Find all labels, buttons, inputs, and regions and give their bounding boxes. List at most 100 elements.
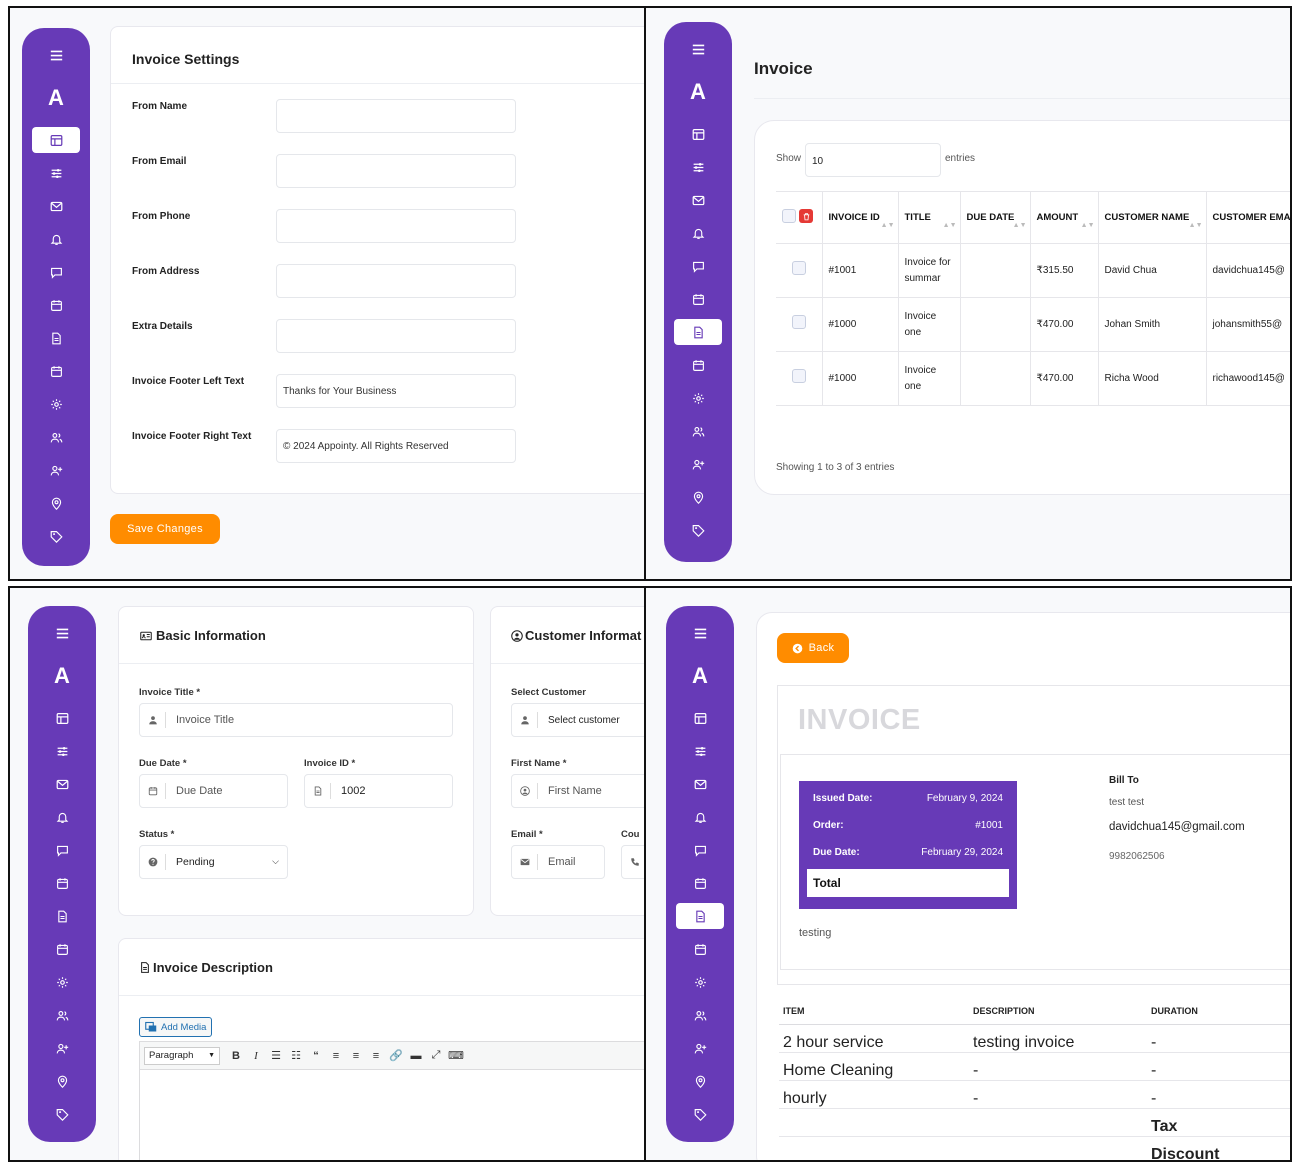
footer-left-input[interactable]: Thanks for Your Business	[276, 374, 516, 408]
menu-icon[interactable]	[47, 620, 77, 646]
sidebar-item-mail[interactable]	[674, 187, 722, 213]
first-name-input[interactable]: First Name	[511, 774, 644, 808]
sidebar-item-locations[interactable]	[676, 1068, 724, 1094]
column-customer-name[interactable]: CUSTOMER NAME ▲▼	[1098, 191, 1207, 244]
sidebar-item-calendar[interactable]	[676, 870, 724, 896]
horizontal-rule-button[interactable]: ▬	[406, 1047, 426, 1065]
sidebar-item-notifications[interactable]	[674, 220, 722, 246]
sidebar-item-mail[interactable]	[32, 193, 80, 219]
align-right-button[interactable]: ≡	[366, 1047, 386, 1065]
sidebar-item-calendar[interactable]	[674, 286, 722, 312]
invoice-id-input[interactable]: 1002	[304, 774, 453, 808]
sidebar-item-calendar[interactable]	[38, 870, 86, 896]
sidebar-item-tags[interactable]	[674, 517, 722, 543]
back-button[interactable]: Back	[777, 633, 849, 663]
column-due-date[interactable]: DUE DATE ▲▼	[960, 191, 1031, 244]
keyboard-icon[interactable]: ⌨	[446, 1047, 466, 1065]
sidebar-item-dashboard[interactable]	[676, 705, 724, 731]
sidebar-item-invoices[interactable]	[32, 325, 80, 351]
sidebar-item-dashboard[interactable]	[38, 705, 86, 731]
delete-icon[interactable]	[799, 209, 813, 223]
sidebar-item-invoices[interactable]	[38, 903, 86, 929]
status-select[interactable]: Pending ⌵	[139, 845, 288, 879]
sidebar-item-preferences[interactable]	[674, 385, 722, 411]
row-checkbox[interactable]	[791, 314, 806, 329]
table-row[interactable]: #1001 Invoice for summar ₹315.50 David C…	[776, 243, 1290, 298]
email-input[interactable]: Email	[511, 845, 605, 879]
sidebar-item-users[interactable]	[674, 418, 722, 444]
sidebar-item-settings[interactable]	[674, 154, 722, 180]
sidebar-item-notifications[interactable]	[676, 804, 724, 830]
bullet-list-button[interactable]: ☰	[266, 1047, 286, 1065]
sidebar-item-invoices[interactable]	[676, 903, 724, 929]
italic-button[interactable]: I	[246, 1047, 266, 1065]
menu-icon[interactable]	[683, 36, 713, 62]
sidebar-item-messages[interactable]	[32, 259, 80, 285]
sidebar-item-preferences[interactable]	[38, 969, 86, 995]
sidebar-item-settings[interactable]	[32, 160, 80, 186]
sidebar-item-mail[interactable]	[676, 771, 724, 797]
from-address-input[interactable]	[276, 264, 516, 298]
align-center-button[interactable]: ≡	[346, 1047, 366, 1065]
sidebar-item-add-user[interactable]	[676, 1035, 724, 1061]
column-invoice-id[interactable]: INVOICE ID ▲▼	[822, 191, 899, 244]
phone-input[interactable]	[621, 845, 644, 879]
sidebar-item-tags[interactable]	[38, 1101, 86, 1127]
row-checkbox[interactable]	[791, 260, 806, 275]
sidebar-item-messages[interactable]	[674, 253, 722, 279]
sidebar-item-notifications[interactable]	[38, 804, 86, 830]
row-checkbox[interactable]	[791, 368, 806, 383]
sidebar-item-add-user[interactable]	[38, 1035, 86, 1061]
sidebar-item-users[interactable]	[38, 1002, 86, 1028]
entries-per-page-input[interactable]: 10	[805, 143, 941, 177]
sidebar-item-notifications[interactable]	[32, 226, 80, 252]
align-left-button[interactable]: ≡	[326, 1047, 346, 1065]
sidebar-item-settings[interactable]	[676, 738, 724, 764]
extra-details-input[interactable]	[276, 319, 516, 353]
paragraph-format-select[interactable]: Paragraph ▼	[144, 1046, 220, 1065]
sidebar-item-dashboard[interactable]	[674, 121, 722, 147]
sidebar-item-schedule[interactable]	[32, 358, 80, 384]
numbered-list-button[interactable]: ☷	[286, 1047, 306, 1065]
sidebar-item-locations[interactable]	[32, 490, 80, 516]
save-changes-button[interactable]: Save Changes	[110, 514, 220, 544]
from-name-input[interactable]	[276, 99, 516, 133]
from-email-input[interactable]	[276, 154, 516, 188]
sidebar-item-schedule[interactable]	[38, 936, 86, 962]
sidebar-item-tags[interactable]	[676, 1101, 724, 1127]
sidebar-item-users[interactable]	[32, 424, 80, 450]
sidebar-item-dashboard[interactable]	[32, 127, 80, 153]
sidebar-item-mail[interactable]	[38, 771, 86, 797]
sidebar-item-invoices[interactable]	[674, 319, 722, 345]
sidebar-item-schedule[interactable]	[676, 936, 724, 962]
sidebar-item-users[interactable]	[676, 1002, 724, 1028]
menu-icon[interactable]	[41, 42, 71, 68]
footer-right-input[interactable]: © 2024 Appointy. All Rights Reserved	[276, 429, 516, 463]
fullscreen-button[interactable]: ⤢	[426, 1047, 446, 1065]
table-row[interactable]: #1000 Invoice one ₹470.00 Johan Smith jo…	[776, 297, 1290, 352]
column-amount[interactable]: AMOUNT ▲▼	[1030, 191, 1099, 244]
menu-icon[interactable]	[685, 620, 715, 646]
sidebar-item-messages[interactable]	[676, 837, 724, 863]
sidebar-item-settings[interactable]	[38, 738, 86, 764]
sidebar-item-locations[interactable]	[674, 484, 722, 510]
sidebar-item-messages[interactable]	[38, 837, 86, 863]
sidebar-item-add-user[interactable]	[674, 451, 722, 477]
link-icon[interactable]: 🔗	[386, 1047, 406, 1065]
sidebar-item-schedule[interactable]	[674, 352, 722, 378]
invoice-title-input[interactable]: Invoice Title	[139, 703, 453, 737]
description-editor[interactable]	[139, 1069, 644, 1160]
table-row[interactable]: #1000 Invoice one ₹470.00 Richa Wood ric…	[776, 351, 1290, 406]
select-all-checkbox[interactable]	[782, 209, 796, 223]
quote-button[interactable]: “	[306, 1047, 326, 1065]
due-date-input[interactable]: Due Date	[139, 774, 288, 808]
select-customer-dropdown[interactable]: Select customer	[511, 703, 644, 737]
sidebar-item-locations[interactable]	[38, 1068, 86, 1094]
sidebar-item-tags[interactable]	[32, 523, 80, 549]
sidebar-item-add-user[interactable]	[32, 457, 80, 483]
add-media-button[interactable]: Add Media	[139, 1017, 213, 1037]
sidebar-item-preferences[interactable]	[32, 391, 80, 417]
sidebar-item-preferences[interactable]	[676, 969, 724, 995]
from-phone-input[interactable]	[276, 209, 516, 243]
bold-button[interactable]: B	[226, 1047, 246, 1065]
